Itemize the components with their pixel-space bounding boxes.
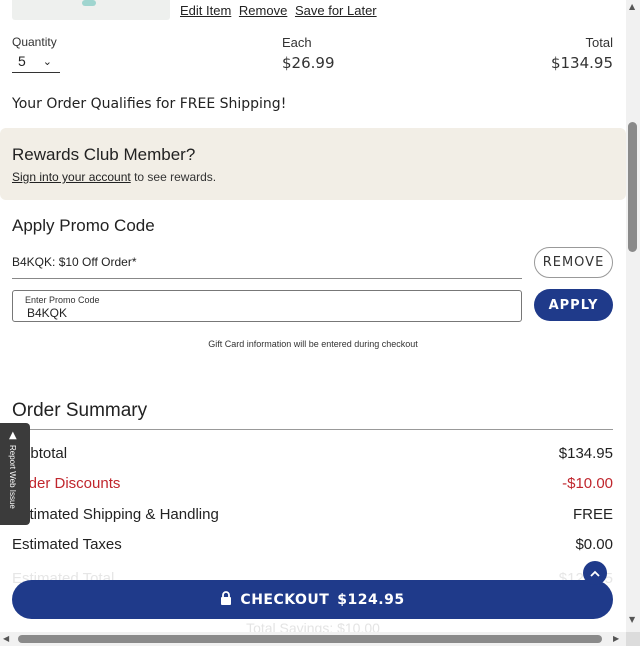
each-price: $26.99 bbox=[282, 54, 335, 72]
scroll-left-arrow-icon[interactable]: ◀ bbox=[3, 634, 9, 643]
promo-input-label: Enter Promo Code bbox=[25, 295, 100, 305]
scroll-up-arrow-icon[interactable]: ▲ bbox=[629, 2, 635, 11]
horizontal-scrollbar[interactable]: ◀ ▶ bbox=[0, 632, 626, 646]
summary-row-discounts: Order Discounts -$10.00 bbox=[12, 475, 613, 497]
gift-card-note: Gift Card information will be entered du… bbox=[208, 339, 418, 349]
summary-divider bbox=[12, 429, 613, 430]
line-total: $134.95 bbox=[550, 54, 613, 72]
each-label: Each bbox=[282, 35, 312, 50]
summary-row-value: -$10.00 bbox=[562, 475, 613, 492]
summary-row-value: FREE bbox=[572, 506, 613, 523]
cart-page: Edit Item Remove Save for Later Quantity… bbox=[0, 0, 626, 632]
report-tab-label: Report Web Issue bbox=[8, 445, 17, 509]
product-image bbox=[82, 0, 96, 6]
scrollbar-corner bbox=[626, 632, 640, 646]
order-summary-title: Order Summary bbox=[12, 400, 148, 421]
apply-promo-button[interactable]: APPLY bbox=[534, 289, 613, 321]
summary-row-label: Estimated Shipping & Handling bbox=[12, 506, 219, 523]
total-label: Total bbox=[585, 35, 613, 50]
checkout-amount: $124.95 bbox=[337, 591, 405, 608]
scroll-to-top-button[interactable] bbox=[583, 561, 607, 585]
quantity-value: 5 bbox=[18, 53, 26, 69]
remove-promo-button[interactable]: REMOVE bbox=[534, 247, 613, 278]
item-actions: Edit Item Remove Save for Later bbox=[180, 3, 381, 18]
promo-title: Apply Promo Code bbox=[12, 216, 155, 235]
save-for-later-link[interactable]: Save for Later bbox=[295, 3, 377, 18]
flag-icon: ▲ bbox=[9, 430, 17, 441]
rewards-title: Rewards Club Member? bbox=[12, 145, 196, 164]
horizontal-scroll-thumb[interactable] bbox=[18, 635, 602, 643]
product-thumbnail[interactable] bbox=[12, 0, 170, 20]
rewards-line: Sign into your account to see rewards. bbox=[12, 170, 216, 184]
quantity-label: Quantity bbox=[12, 35, 57, 49]
applied-promo-code: B4KQK: $10 Off Order* bbox=[12, 255, 522, 279]
summary-row-label: Estimated Taxes bbox=[12, 536, 122, 553]
rewards-suffix: to see rewards. bbox=[130, 170, 217, 184]
rewards-banner: Rewards Club Member? Sign into your acco… bbox=[0, 128, 626, 200]
vertical-scrollbar[interactable]: ▲ ▼ bbox=[626, 0, 640, 632]
checkout-label: CHECKOUT bbox=[240, 591, 330, 608]
summary-row-taxes: Estimated Taxes $0.00 bbox=[12, 536, 613, 558]
summary-row-value: $0.00 bbox=[575, 536, 613, 553]
scroll-right-arrow-icon[interactable]: ▶ bbox=[613, 634, 619, 643]
scroll-down-arrow-icon[interactable]: ▼ bbox=[629, 615, 635, 624]
lock-icon bbox=[220, 590, 232, 609]
summary-row-shipping: Estimated Shipping & Handling FREE bbox=[12, 506, 613, 528]
promo-code-input[interactable]: Enter Promo Code B4KQK bbox=[12, 290, 522, 322]
chevron-up-icon bbox=[590, 566, 600, 580]
sign-in-link[interactable]: Sign into your account bbox=[12, 170, 131, 184]
total-savings: Total Savings: $10.00 bbox=[246, 620, 380, 632]
summary-row-subtotal: Subtotal $134.95 bbox=[12, 445, 613, 467]
promo-input-value: B4KQK bbox=[27, 306, 68, 320]
quantity-select[interactable]: 5 ⌄ bbox=[12, 53, 60, 73]
report-web-issue-tab[interactable]: ▲ Report Web Issue bbox=[0, 423, 30, 525]
checkout-button[interactable]: CHECKOUT $124.95 bbox=[12, 580, 613, 619]
remove-item-link[interactable]: Remove bbox=[239, 3, 287, 18]
summary-row-value: $134.95 bbox=[558, 445, 613, 462]
chevron-down-icon: ⌄ bbox=[42, 56, 52, 68]
free-shipping-message: Your Order Qualifies for FREE Shipping! bbox=[12, 96, 287, 112]
vertical-scroll-thumb[interactable] bbox=[628, 122, 637, 252]
edit-item-link[interactable]: Edit Item bbox=[180, 3, 231, 18]
